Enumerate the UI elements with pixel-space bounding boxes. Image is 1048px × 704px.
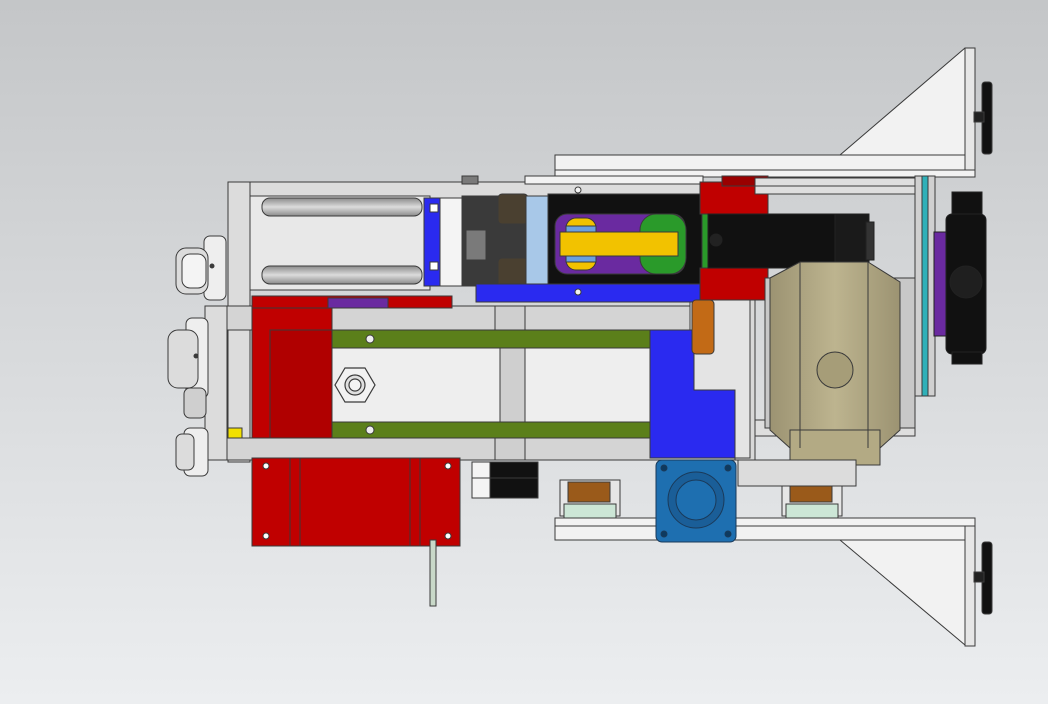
cad-assembly-viewport	[0, 0, 1048, 704]
servo-flange	[655, 459, 737, 543]
guide-rod	[429, 539, 437, 607]
gear-motor	[764, 261, 916, 466]
gripper-jaw	[524, 175, 717, 296]
black-actuator	[707, 213, 875, 269]
cad-drawing	[0, 0, 1048, 704]
pneumatic-cylinder	[249, 195, 465, 291]
sensor-block	[471, 461, 539, 499]
top-screw	[461, 175, 479, 185]
